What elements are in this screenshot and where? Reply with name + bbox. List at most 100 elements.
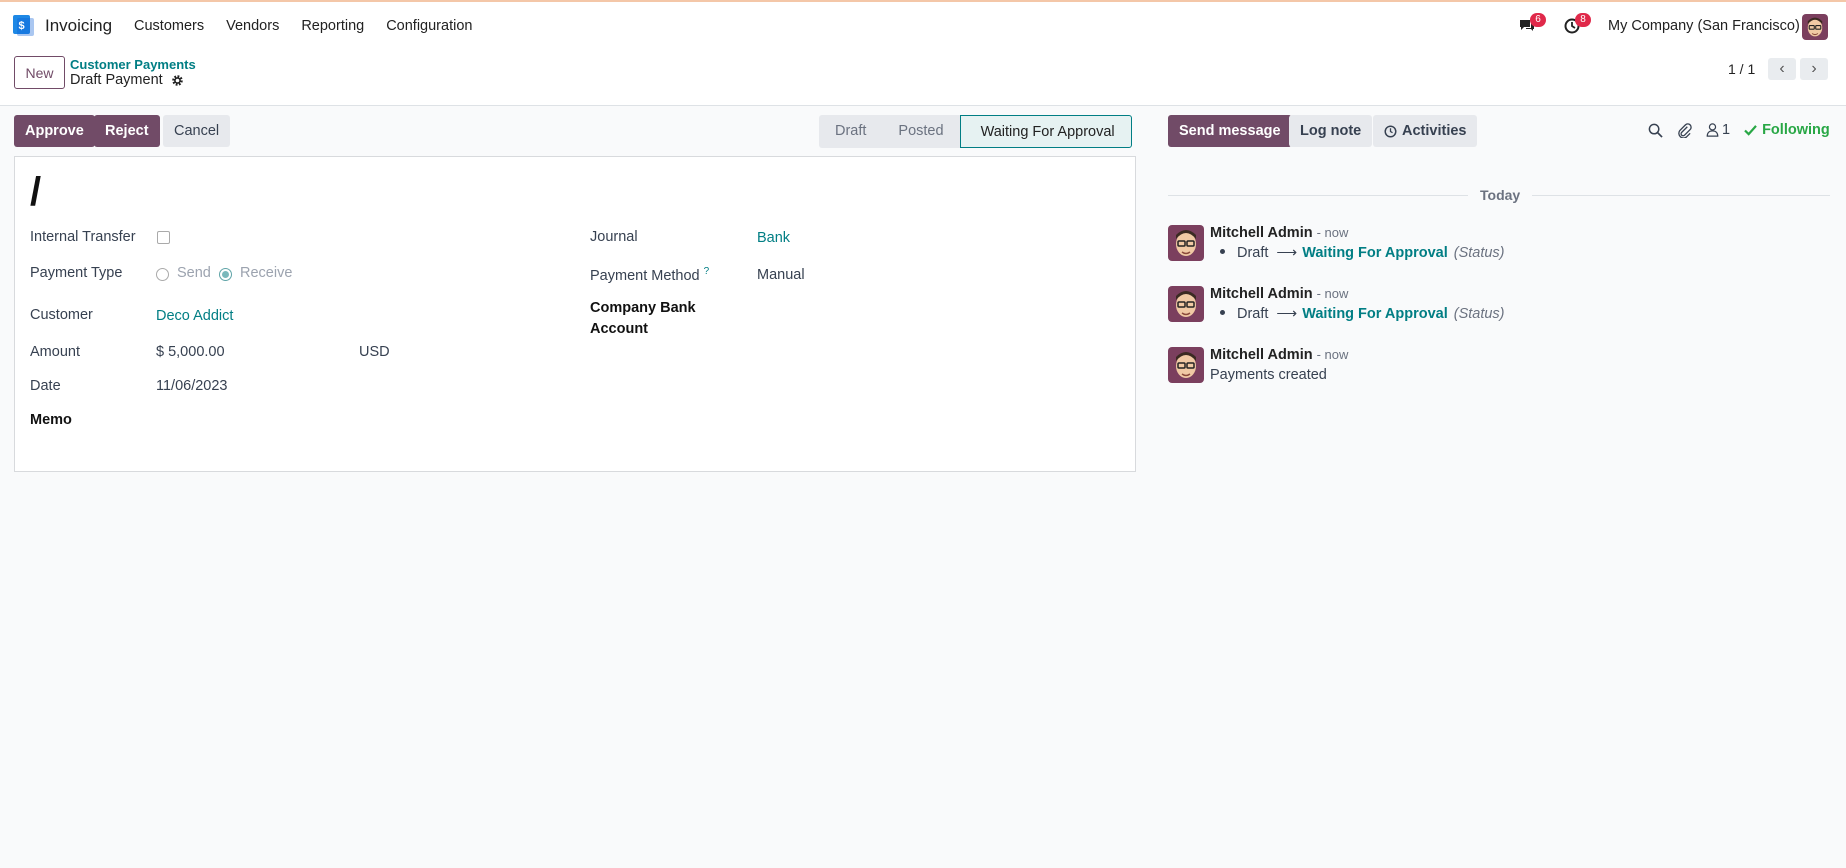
control-panel: New Customer Payments Draft Payment 1 / … (0, 50, 1846, 106)
payment-method-field[interactable]: Manual (757, 267, 805, 283)
pager-next[interactable]: › (1800, 58, 1828, 80)
user-avatar[interactable] (1802, 14, 1828, 40)
breadcrumb-current: Draft Payment (70, 72, 184, 88)
message-author[interactable]: Mitchell Admin - now (1210, 286, 1348, 302)
message-time: - now (1316, 225, 1349, 240)
chatter-tools: 1 Following (1648, 122, 1830, 138)
breadcrumb-customer-payments[interactable]: Customer Payments (70, 57, 196, 72)
payment-type-label: Payment Type (30, 265, 123, 281)
message-author-name: Mitchell Admin (1210, 286, 1313, 302)
top-navbar: $ Invoicing Customers Vendors Reporting … (0, 0, 1846, 50)
message-author-name: Mitchell Admin (1210, 225, 1313, 241)
check-icon (1744, 124, 1757, 136)
paperclip-icon[interactable] (1677, 122, 1692, 138)
message-body: Draft ⟶ Waiting For Approval (Status) (1210, 306, 1505, 322)
status-draft[interactable]: Draft (819, 115, 883, 148)
bullet (1220, 249, 1225, 254)
status-posted[interactable]: Posted (882, 115, 960, 148)
record-name: / (30, 170, 42, 214)
pager-previous[interactable]: ‹ (1768, 58, 1796, 80)
message-author-name: Mitchell Admin (1210, 347, 1313, 363)
cancel-button[interactable]: Cancel (163, 115, 231, 147)
journal-label: Journal (590, 229, 638, 245)
app-name[interactable]: Invoicing (45, 16, 112, 36)
payment-type-receive-label[interactable]: Receive (240, 265, 292, 281)
journal-field[interactable]: Bank (757, 230, 790, 246)
date-separator-label: Today (1468, 187, 1533, 203)
company-bank-account-label-line2: Account (590, 321, 648, 337)
author-avatar-icon (1168, 225, 1204, 261)
payment-method-label-text: Payment Method (590, 267, 700, 284)
activities-button[interactable]: Activities (1373, 115, 1478, 147)
tracking-old-value: Draft (1237, 306, 1269, 322)
author-avatar-icon (1168, 286, 1204, 322)
status-bar: Draft Posted Waiting For Approval (819, 115, 1132, 148)
send-message-button[interactable]: Send message (1168, 115, 1292, 147)
date-label: Date (30, 378, 61, 394)
pager-value[interactable]: 1 / 1 (1728, 61, 1755, 77)
message-author[interactable]: Mitchell Admin - now (1210, 225, 1348, 241)
arrow-right-icon: ⟶ (1276, 245, 1298, 261)
memo-label: Memo (30, 412, 72, 428)
log-note-button[interactable]: Log note (1289, 115, 1373, 147)
reject-button[interactable]: Reject (94, 115, 160, 147)
tracking-new-value: Waiting For Approval (1302, 306, 1448, 322)
tracking-new-value: Waiting For Approval (1302, 245, 1448, 261)
svg-text:$: $ (18, 20, 24, 32)
followers-button[interactable]: 1 (1706, 122, 1730, 138)
internal-transfer-label: Internal Transfer (30, 229, 136, 245)
message-body: Draft ⟶ Waiting For Approval (Status) (1210, 245, 1505, 261)
help-icon[interactable]: ? (704, 266, 710, 277)
author-avatar[interactable] (1168, 225, 1204, 261)
menu-vendors[interactable]: Vendors (226, 18, 279, 34)
message-body: Payments created (1210, 367, 1327, 383)
amount-field[interactable]: $ 5,000.00 (156, 344, 225, 360)
author-avatar[interactable] (1168, 347, 1204, 383)
internal-transfer-checkbox[interactable] (157, 231, 170, 244)
payment-type-send-label[interactable]: Send (177, 265, 211, 281)
payment-type-send-radio[interactable] (156, 268, 169, 281)
invoicing-app-icon[interactable]: $ (13, 15, 34, 36)
chevron-right-icon: › (1811, 60, 1817, 77)
currency-field[interactable]: USD (359, 344, 390, 360)
approve-button[interactable]: Approve (14, 115, 95, 147)
company-bank-account-label-line1: Company Bank (590, 300, 696, 316)
message-time: - now (1316, 286, 1349, 301)
clock-icon (1384, 124, 1397, 138)
messaging-menu[interactable]: 6 (1518, 13, 1546, 38)
following-label: Following (1762, 122, 1830, 138)
customer-field[interactable]: Deco Addict (156, 308, 233, 324)
menu-customers[interactable]: Customers (134, 18, 204, 34)
messages-badge: 6 (1530, 13, 1546, 27)
main-menu: Customers Vendors Reporting Configuratio… (134, 18, 472, 34)
payment-type-receive-radio[interactable] (219, 268, 232, 281)
menu-reporting[interactable]: Reporting (301, 18, 364, 34)
date-field[interactable]: 11/06/2023 (156, 378, 228, 394)
author-avatar[interactable] (1168, 286, 1204, 322)
message-author[interactable]: Mitchell Admin - now (1210, 347, 1348, 363)
customer-label: Customer (30, 307, 93, 323)
breadcrumb-current-label: Draft Payment (70, 72, 163, 88)
status-waiting-for-approval[interactable]: Waiting For Approval (959, 115, 1132, 148)
arrow-right-icon: ⟶ (1276, 306, 1298, 322)
chevron-left-icon: ‹ (1779, 60, 1785, 77)
user-icon (1706, 123, 1719, 137)
search-icon[interactable] (1648, 123, 1663, 138)
payment-method-label: Payment Method ? (590, 266, 709, 284)
author-avatar-icon (1168, 347, 1204, 383)
tracking-field-name: (Status) (1453, 306, 1505, 322)
tracking-field-name: (Status) (1453, 245, 1505, 261)
company-switcher[interactable]: My Company (San Francisco) (1608, 18, 1800, 34)
activities-button-label: Activities (1402, 123, 1467, 139)
activities-badge: 8 (1575, 13, 1591, 27)
message-time: - now (1316, 347, 1349, 362)
followers-count: 1 (1722, 122, 1731, 138)
menu-configuration[interactable]: Configuration (386, 18, 472, 34)
activity-menu[interactable]: 8 (1563, 13, 1591, 38)
bullet (1220, 310, 1225, 315)
gear-icon[interactable] (171, 74, 184, 87)
amount-label: Amount (30, 344, 80, 360)
new-button[interactable]: New (14, 56, 65, 89)
following-button[interactable]: Following (1744, 122, 1830, 138)
user-avatar-icon (1802, 14, 1828, 40)
